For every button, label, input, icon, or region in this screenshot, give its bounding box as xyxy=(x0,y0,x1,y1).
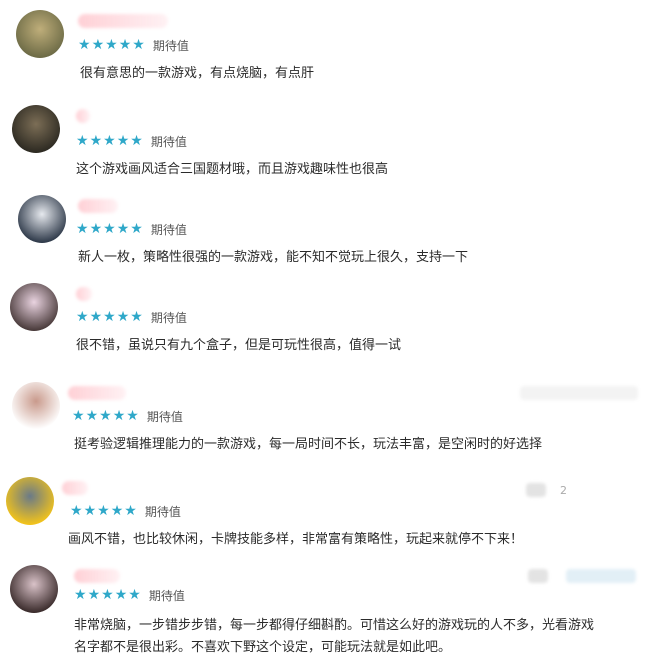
review-item: ★ ★ ★ ★ ★ 期待值 这个游戏画风适合三国题材哦，而且游戏趣味性也很高 xyxy=(0,105,663,193)
star-icon: ★ xyxy=(116,133,130,149)
star-icon: ★ xyxy=(103,221,116,237)
star-icon: ★ xyxy=(76,309,89,325)
user-avatar[interactable] xyxy=(12,382,60,430)
rating-row: ★ ★ ★ ★ ★ 期待值 xyxy=(72,408,183,424)
star-icon: ★ xyxy=(89,309,103,325)
rating-row: ★ ★ ★ ★ ★ 期待值 xyxy=(78,37,189,53)
status-label: 期待值 xyxy=(152,38,189,53)
star-icon: ★ xyxy=(116,221,130,237)
user-avatar[interactable] xyxy=(18,195,66,243)
star-icon: ★ xyxy=(91,37,105,53)
star-icon: ★ xyxy=(89,133,103,149)
username-blurred[interactable] xyxy=(68,386,126,400)
star-rating: ★ ★ ★ ★ ★ xyxy=(76,222,143,236)
user-avatar[interactable] xyxy=(12,105,60,153)
star-icon: ★ xyxy=(130,309,143,325)
rating-row: ★ ★ ★ ★ ★ 期待值 xyxy=(70,503,181,519)
rating-row: ★ ★ ★ ★ ★ 期待值 xyxy=(76,309,187,325)
star-icon: ★ xyxy=(128,587,141,603)
username-blurred[interactable] xyxy=(76,287,92,301)
star-icon: ★ xyxy=(103,133,116,149)
star-icon: ★ xyxy=(78,37,91,53)
star-icon: ★ xyxy=(130,133,143,149)
star-icon: ★ xyxy=(105,37,118,53)
blurred-meta xyxy=(566,569,636,583)
blurred-meta xyxy=(528,569,548,583)
star-icon: ★ xyxy=(103,309,116,325)
review-text: 新人一枚，策略性很强的一款游戏，能不知不觉玩上很久，支持一下 xyxy=(78,250,469,265)
star-icon: ★ xyxy=(76,133,89,149)
status-label: 期待值 xyxy=(150,310,187,325)
user-avatar[interactable] xyxy=(10,283,58,331)
star-icon: ★ xyxy=(97,503,110,519)
username-blurred[interactable] xyxy=(76,109,90,123)
star-icon: ★ xyxy=(132,37,145,53)
username-blurred[interactable] xyxy=(62,481,88,495)
star-icon: ★ xyxy=(87,587,101,603)
star-rating: ★ ★ ★ ★ ★ xyxy=(70,504,137,518)
star-icon: ★ xyxy=(83,503,97,519)
review-item: ★ ★ ★ ★ ★ 期待值 画风不错，也比较休闲，卡牌技能多样，非常富有策略性，玩起来就停不… xyxy=(0,477,663,565)
review-item: ★ ★ ★ ★ ★ 期待值 很有意思的一款游戏，有点烧脑，有点肝 xyxy=(0,10,663,98)
status-label: 期待值 xyxy=(150,134,187,149)
status-label: 期待值 xyxy=(148,588,185,603)
review-text: 这个游戏画风适合三国题材哦，而且游戏趣味性也很高 xyxy=(76,162,389,177)
user-avatar[interactable] xyxy=(16,10,64,58)
review-text: 画风不错，也比较休闲，卡牌技能多样，非常富有策略性，玩起来就停不下来！ xyxy=(68,532,524,547)
blurred-meta xyxy=(526,483,546,497)
username-blurred[interactable] xyxy=(78,199,118,213)
status-label: 期待值 xyxy=(150,222,187,237)
star-icon: ★ xyxy=(130,221,143,237)
rating-row: ★ ★ ★ ★ ★ 期待值 xyxy=(74,587,185,603)
review-item: ★ ★ ★ ★ ★ 期待值 挺考验逻辑推理能力的一款游戏，每一局时间不长，玩法丰富，是空闲时… xyxy=(0,382,663,470)
star-icon: ★ xyxy=(99,408,112,424)
star-icon: ★ xyxy=(76,221,89,237)
star-rating: ★ ★ ★ ★ ★ xyxy=(76,310,143,324)
star-rating: ★ ★ ★ ★ ★ xyxy=(74,588,141,602)
review-item: ★ ★ ★ ★ ★ 期待值 很不错，虽说只有九个盒子，但是可玩性很高，值得一试 xyxy=(0,283,663,371)
username-blurred[interactable] xyxy=(74,569,120,583)
star-icon: ★ xyxy=(118,37,132,53)
side-number: 2 xyxy=(560,484,567,497)
star-icon: ★ xyxy=(124,503,137,519)
review-item: ★ ★ ★ ★ ★ 期待值 非常烧脑，一步错步步错，每一步都得仔细斟酌。可惜这么好的游戏玩的… xyxy=(0,565,663,663)
star-icon: ★ xyxy=(72,408,85,424)
review-text: 非常烧脑，一步错步步错，每一步都得仔细斟酌。可惜这么好的游戏玩的人不多，光看游戏 xyxy=(74,618,595,633)
star-rating: ★ ★ ★ ★ ★ xyxy=(78,38,145,52)
status-label: 期待值 xyxy=(146,409,183,424)
username-blurred[interactable] xyxy=(78,14,168,28)
star-icon: ★ xyxy=(116,309,130,325)
review-item: ★ ★ ★ ★ ★ 期待值 新人一枚，策略性很强的一款游戏，能不知不觉玩上很久，支持一下 xyxy=(0,195,663,283)
rating-row: ★ ★ ★ ★ ★ 期待值 xyxy=(76,221,187,237)
star-icon: ★ xyxy=(110,503,124,519)
user-avatar[interactable] xyxy=(10,565,58,613)
review-text: 名字都不是很出彩。不喜欢下野这个设定，可能玩法就是如此吧。 xyxy=(74,640,452,655)
rating-row: ★ ★ ★ ★ ★ 期待值 xyxy=(76,133,187,149)
status-label: 期待值 xyxy=(144,504,181,519)
star-icon: ★ xyxy=(126,408,139,424)
star-icon: ★ xyxy=(74,587,87,603)
star-icon: ★ xyxy=(101,587,114,603)
star-rating: ★ ★ ★ ★ ★ xyxy=(76,134,143,148)
star-rating: ★ ★ ★ ★ ★ xyxy=(72,409,139,423)
review-text: 很不错，虽说只有九个盒子，但是可玩性很高，值得一试 xyxy=(76,338,402,353)
blurred-meta xyxy=(520,386,638,400)
star-icon: ★ xyxy=(89,221,103,237)
user-avatar[interactable] xyxy=(6,477,54,525)
review-text: 挺考验逻辑推理能力的一款游戏，每一局时间不长，玩法丰富，是空闲时的好选择 xyxy=(74,437,543,452)
star-icon: ★ xyxy=(85,408,99,424)
star-icon: ★ xyxy=(70,503,83,519)
star-icon: ★ xyxy=(114,587,128,603)
review-text: 很有意思的一款游戏，有点烧脑，有点肝 xyxy=(80,66,315,81)
star-icon: ★ xyxy=(112,408,126,424)
